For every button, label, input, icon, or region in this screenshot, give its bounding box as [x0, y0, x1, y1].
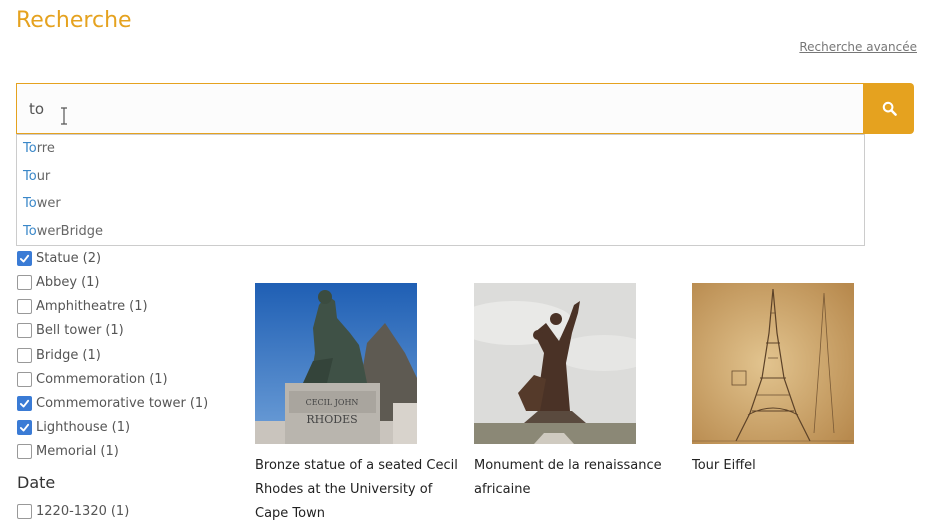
facet-bell-tower[interactable]: Bell tower (1)	[17, 323, 124, 338]
search-icon	[882, 101, 897, 116]
facet-abbey[interactable]: Abbey (1)	[17, 275, 100, 290]
facet-checkbox[interactable]	[17, 275, 32, 290]
svg-text:CECIL JOHN: CECIL JOHN	[306, 398, 359, 407]
facet-commemoration[interactable]: Commemoration (1)	[17, 372, 168, 387]
facet-date-1220-1320[interactable]: 1220-1320 (1)	[17, 504, 129, 519]
facet-label: Bell tower	[36, 323, 102, 338]
date-facet-heading: Date	[17, 473, 56, 492]
result-card[interactable]: Tour Eiffel	[692, 283, 892, 478]
advanced-search-link[interactable]: Recherche avancée	[799, 40, 917, 54]
facet-checkbox[interactable]	[17, 504, 32, 519]
autocomplete-rest: rre	[36, 141, 55, 156]
autocomplete-match: To	[23, 223, 37, 239]
facet-checkbox[interactable]	[17, 372, 32, 387]
result-card[interactable]: CECIL JOHN RHODES Bronze statue of a sea…	[255, 283, 458, 524]
facet-count: (1)	[110, 504, 130, 519]
facet-count: (1)	[111, 420, 131, 435]
facet-commemorative-tower[interactable]: Commemorative tower (1)	[17, 396, 208, 411]
result-card[interactable]: Monument de la renaissance africaine	[474, 283, 674, 502]
autocomplete-match: To	[23, 168, 37, 184]
facet-count: (1)	[105, 323, 124, 338]
check-icon	[19, 254, 30, 263]
result-thumbnail-rhodes-statue[interactable]: CECIL JOHN RHODES	[255, 283, 417, 444]
autocomplete-match: To	[23, 196, 37, 211]
svg-text:RHODES: RHODES	[306, 413, 357, 426]
search-bar	[16, 83, 914, 134]
facet-checkbox[interactable]	[17, 396, 32, 411]
check-icon	[19, 423, 30, 432]
page-title: Recherche	[16, 8, 132, 33]
search-input[interactable]	[16, 83, 864, 134]
autocomplete-option[interactable]: Torre	[17, 135, 864, 163]
facet-label: Abbey	[36, 275, 78, 290]
facet-label: Commemoration	[36, 372, 146, 387]
autocomplete-match: To	[23, 141, 37, 156]
result-title[interactable]: Bronze statue of a seated Cecil Rhodes a…	[255, 454, 465, 524]
autocomplete-rest: wer	[36, 196, 61, 211]
facet-label: 1220-1320	[36, 504, 107, 519]
facet-count: (1)	[81, 275, 100, 290]
result-thumbnail-eiffel-drawing[interactable]	[692, 283, 854, 444]
result-thumbnail-renaissance-monument[interactable]	[474, 283, 636, 444]
facet-label: Memorial	[36, 444, 97, 459]
facet-label: Lighthouse	[36, 420, 108, 435]
facet-count: (1)	[129, 299, 148, 314]
facet-label: Statue	[36, 251, 79, 266]
facet-count: (1)	[82, 348, 101, 363]
facet-label: Bridge	[36, 348, 79, 363]
result-title[interactable]: Tour Eiffel	[692, 454, 902, 478]
facet-count: (1)	[189, 396, 209, 411]
facet-amphitheatre[interactable]: Amphitheatre (1)	[17, 299, 148, 314]
autocomplete-option[interactable]: Tour	[17, 163, 864, 191]
autocomplete-option[interactable]: TowerBridge	[17, 218, 864, 246]
facet-label: Commemorative tower	[36, 396, 186, 411]
result-title[interactable]: Monument de la renaissance africaine	[474, 454, 684, 502]
facet-checkbox[interactable]	[17, 444, 32, 459]
autocomplete-dropdown: Torre Tour Tower TowerBridge	[16, 134, 865, 246]
facet-checkbox[interactable]	[17, 420, 32, 435]
text-cursor-icon	[61, 107, 67, 125]
search-button[interactable]	[864, 83, 914, 134]
autocomplete-rest: ur	[36, 168, 51, 184]
facet-count: (2)	[82, 251, 102, 266]
autocomplete-rest: werBridge	[36, 223, 104, 239]
facet-checkbox[interactable]	[17, 299, 32, 314]
check-icon	[19, 399, 30, 408]
facet-bridge[interactable]: Bridge (1)	[17, 348, 101, 363]
facet-statue[interactable]: Statue (2)	[17, 251, 101, 266]
facet-checkbox[interactable]	[17, 348, 32, 363]
facet-count: (1)	[149, 372, 168, 387]
facet-checkbox[interactable]	[17, 323, 32, 338]
facet-label: Amphitheatre	[36, 299, 126, 314]
autocomplete-option[interactable]: Tower	[17, 190, 864, 218]
facet-memorial[interactable]: Memorial (1)	[17, 444, 119, 459]
facet-checkbox[interactable]	[17, 251, 32, 266]
facet-lighthouse[interactable]: Lighthouse (1)	[17, 420, 130, 435]
facet-count: (1)	[100, 444, 119, 459]
